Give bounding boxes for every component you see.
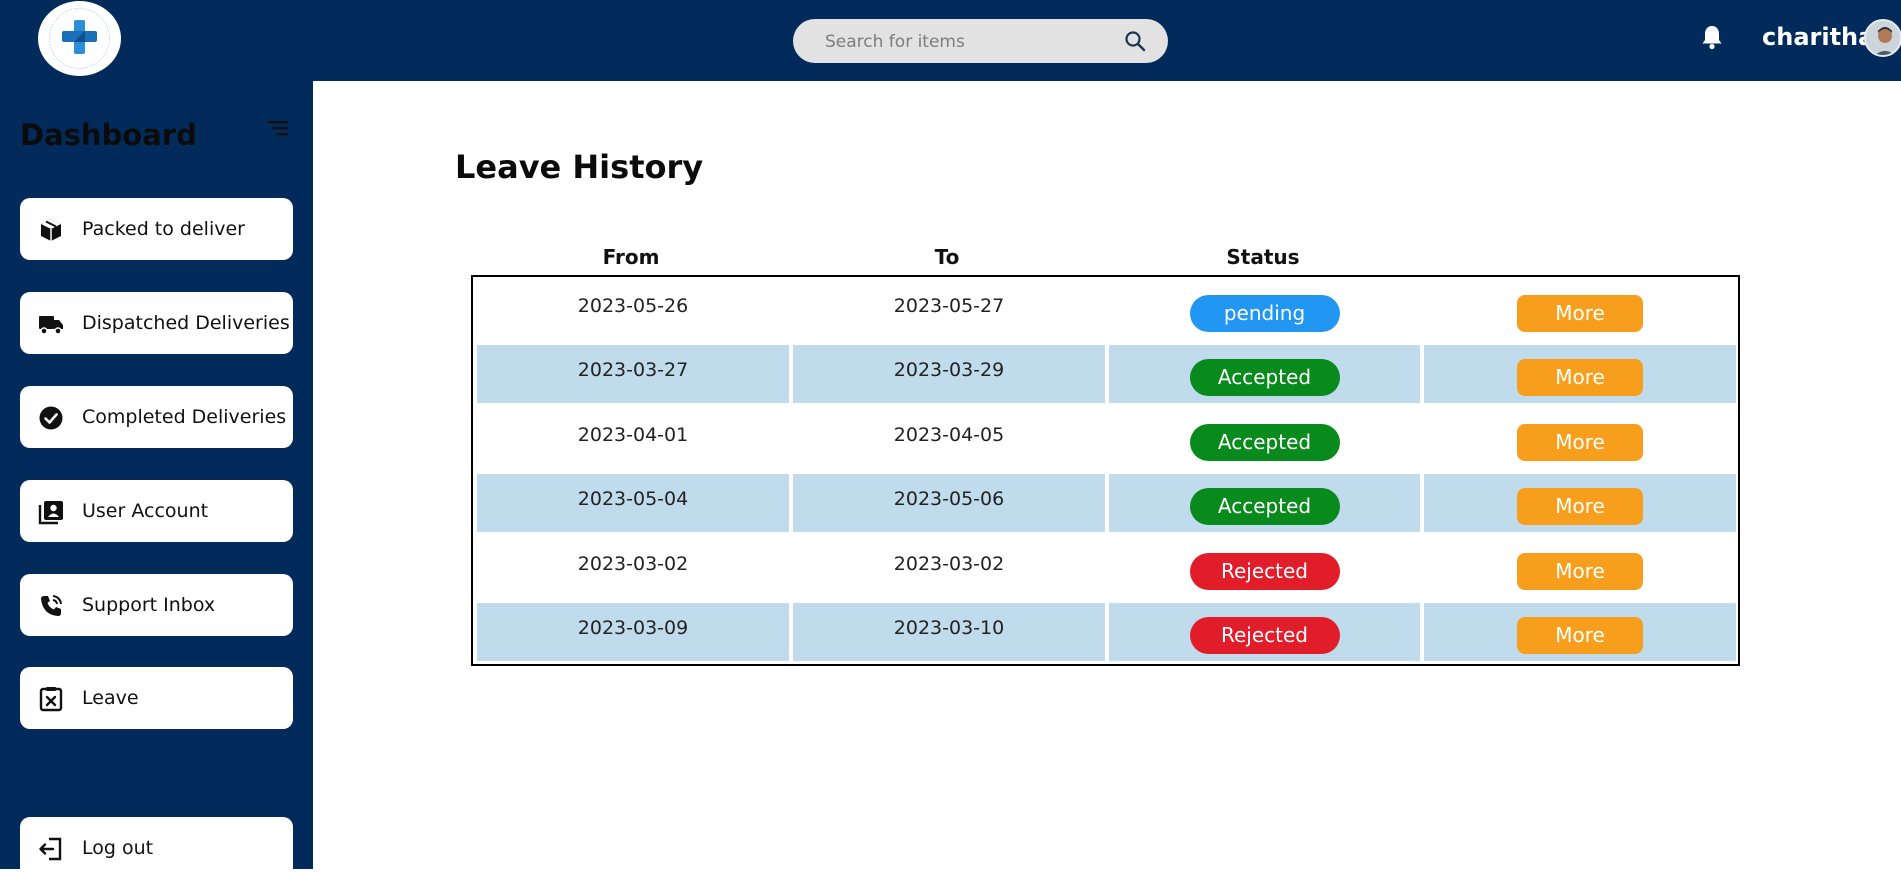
package-icon xyxy=(41,219,61,241)
from-date: 2023-04-01 xyxy=(577,424,689,446)
cell-status: Accepted xyxy=(1109,345,1420,403)
cell-action: More xyxy=(1424,410,1736,468)
cell-from: 2023-03-02 xyxy=(477,539,789,597)
cell-action: More xyxy=(1424,539,1736,597)
more-button[interactable]: More xyxy=(1517,553,1643,590)
cell-from: 2023-04-01 xyxy=(477,410,789,468)
sidebar-item-support-inbox[interactable]: Support Inbox xyxy=(20,574,293,636)
column-header-from: From xyxy=(602,245,660,269)
from-date: 2023-03-02 xyxy=(577,553,689,575)
cell-status: Rejected xyxy=(1109,603,1420,661)
status-badge: Rejected xyxy=(1189,617,1340,654)
search-input[interactable] xyxy=(823,19,1117,65)
sidebar-item-completed-deliveries[interactable]: Completed Deliveries xyxy=(20,386,293,448)
sidebar-item-user-account[interactable]: User Account xyxy=(20,480,293,542)
column-header-to: To xyxy=(934,245,960,269)
cell-action: More xyxy=(1424,474,1736,532)
more-button[interactable]: More xyxy=(1517,295,1643,332)
cell-status: Accepted xyxy=(1109,410,1420,468)
more-button[interactable]: More xyxy=(1517,359,1643,396)
bell-icon[interactable] xyxy=(1700,24,1724,50)
sidebar-item-label: Support Inbox xyxy=(82,594,216,616)
sidebar-item-label: Dispatched Deliveries xyxy=(82,312,290,334)
more-button[interactable]: More xyxy=(1517,424,1643,461)
to-date: 2023-04-05 xyxy=(893,424,1005,446)
from-date: 2023-03-09 xyxy=(577,617,689,639)
sidebar-item-packed-to-deliver[interactable]: Packed to deliver xyxy=(20,198,293,260)
cell-to: 2023-05-27 xyxy=(793,281,1105,339)
status-badge: pending xyxy=(1189,295,1340,332)
sidebar-title: Dashboard xyxy=(20,118,197,152)
search-icon[interactable] xyxy=(1124,30,1146,52)
to-date: 2023-03-02 xyxy=(893,553,1005,575)
sidebar-item-label: Packed to deliver xyxy=(82,218,245,240)
status-badge: Accepted xyxy=(1189,424,1340,461)
cell-to: 2023-03-29 xyxy=(793,345,1105,403)
to-date: 2023-03-10 xyxy=(893,617,1005,639)
more-button[interactable]: More xyxy=(1517,488,1643,525)
sidebar-item-label: User Account xyxy=(82,500,209,522)
cell-from: 2023-03-27 xyxy=(477,345,789,403)
leave-history-table: 2023-05-26 2023-05-27 pending More 2023-03-2… xyxy=(471,275,1740,666)
from-date: 2023-05-26 xyxy=(577,295,689,317)
from-date: 2023-05-04 xyxy=(577,488,689,510)
to-date: 2023-05-06 xyxy=(893,488,1005,510)
cell-from: 2023-03-09 xyxy=(477,603,789,661)
username[interactable]: charitha xyxy=(1762,22,1874,52)
sidebar-item-leave[interactable]: Leave xyxy=(20,667,293,729)
more-button[interactable]: More xyxy=(1517,617,1643,654)
logout-label: Log out xyxy=(82,837,154,859)
status-badge: Accepted xyxy=(1189,488,1340,525)
cell-status: pending xyxy=(1109,281,1420,339)
cell-to: 2023-03-02 xyxy=(793,539,1105,597)
to-date: 2023-05-27 xyxy=(893,295,1005,317)
cell-from: 2023-05-26 xyxy=(477,281,789,339)
menu-toggle-icon[interactable] xyxy=(268,120,290,138)
phone-icon xyxy=(41,595,62,616)
from-date: 2023-03-27 xyxy=(577,359,689,381)
logo-cross-icon xyxy=(49,8,110,69)
sidebar-item-label: Leave xyxy=(82,687,139,709)
cell-to: 2023-05-06 xyxy=(793,474,1105,532)
column-header-status: Status xyxy=(1226,245,1300,269)
cell-status: Accepted xyxy=(1109,474,1420,532)
cell-action: More xyxy=(1424,281,1736,339)
truck-icon xyxy=(39,316,63,335)
logo[interactable] xyxy=(38,1,121,76)
cell-to: 2023-04-05 xyxy=(793,410,1105,468)
logout-icon xyxy=(39,837,62,861)
cell-to: 2023-03-10 xyxy=(793,603,1105,661)
logout-button[interactable]: Log out xyxy=(20,817,293,879)
sidebar-item-label: Completed Deliveries xyxy=(82,406,287,428)
user-avatar-icon xyxy=(1866,21,1900,55)
search-bar xyxy=(793,19,1168,65)
cell-from: 2023-05-04 xyxy=(477,474,789,532)
cell-action: More xyxy=(1424,603,1736,661)
cell-action: More xyxy=(1424,345,1736,403)
user-account-icon xyxy=(38,501,63,525)
check-circle-icon xyxy=(39,406,63,430)
calendar-x-icon xyxy=(39,687,63,712)
sidebar-item-dispatched-deliveries[interactable]: Dispatched Deliveries xyxy=(20,292,293,354)
page-title: Leave History xyxy=(455,148,704,186)
status-badge: Rejected xyxy=(1189,553,1340,590)
to-date: 2023-03-29 xyxy=(893,359,1005,381)
status-badge: Accepted xyxy=(1189,359,1340,396)
avatar[interactable] xyxy=(1864,19,1901,57)
cell-status: Rejected xyxy=(1109,539,1420,597)
